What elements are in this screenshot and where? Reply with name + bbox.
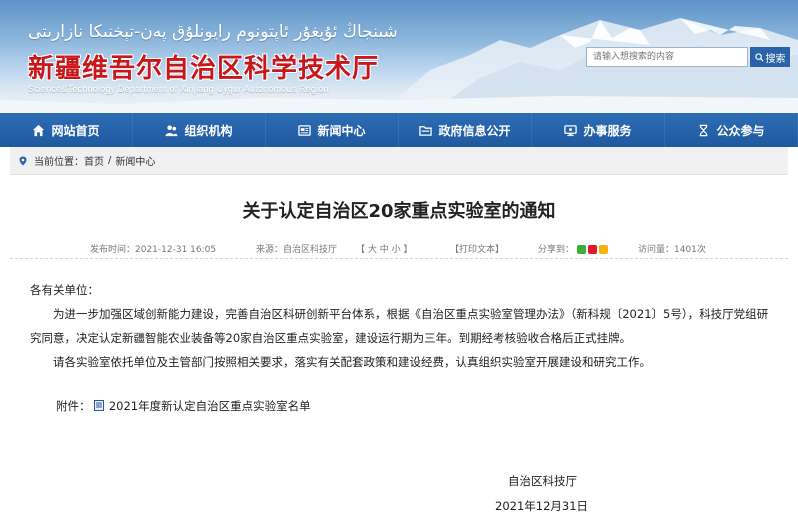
search-button-label: 搜索 [765,53,786,65]
article-paragraph: 请各实验室依托单位及主管部门按照相关要求，落实有关配套政策和建设经费，认真组织实… [53,355,651,369]
location-pin-icon [19,156,27,165]
search-icon [754,52,764,62]
uyghur-site-title: شىنجاڭ ئۇيغۇر ئاپتونوم رايونلۇق پەن-تېخن… [28,22,398,42]
breadcrumb: 当前位置： 首页 / 新闻中心 [10,147,788,175]
article-title: 关于认定自治区20家重点实验室的通知 [242,201,556,222]
article-body: 各有关单位： 为进一步加强区域创新能力建设，完善自治区科研创新平台体系，根据《自… [30,278,770,374]
nav-item-news[interactable]: 新闻中心 [266,113,399,147]
share-bar: 分享到： [538,242,608,255]
font-size-switcher[interactable]: 【 大 中 小 】 [356,242,412,255]
nav-item-label: 政府信息公开 [438,123,511,138]
nav-item-home[interactable]: 网站首页 [0,113,133,147]
site-english-title: Science&Technology Department of Xinjian… [28,84,329,94]
search-input[interactable] [586,47,748,67]
folder-icon [419,125,433,136]
nav-item-label: 公众参与 [716,123,765,138]
main-nav: 网站首页 组织机构 新闻中心 政府信息公开 办事服务 公众参与 [0,113,798,147]
nav-item-organization[interactable]: 组织机构 [133,113,266,147]
attachment-row: 附件： 2021年度新认定自治区重点实验室名单 [56,398,311,414]
nav-item-label: 新闻中心 [317,123,366,138]
service-icon [564,124,578,136]
qzone-share-icon[interactable] [598,245,608,254]
attachment-label: 附件： [56,399,91,413]
signature-organization: 自治区科技厅 [508,474,577,488]
signature-date: 2021年12月31日 [495,499,589,513]
nav-item-participation[interactable]: 公众参与 [665,113,798,147]
wechat-share-icon[interactable] [576,245,586,254]
nav-item-label: 组织机构 [184,123,233,138]
article-meta: 发布时间：2021-12-31 16:05 来源：自治区科技厅 【 大 中 小 … [10,239,788,259]
news-icon [298,124,312,136]
participation-icon [700,124,708,136]
article-source: 来源：自治区科技厅 [256,245,338,255]
search-button[interactable]: 搜索 [750,47,790,67]
article-greeting: 各有关单位： [30,283,99,297]
weibo-share-icon[interactable] [587,245,597,254]
breadcrumb-current-link[interactable]: 新闻中心 [115,153,155,168]
article-paragraph: 为进一步加强区域创新能力建设，完善自治区科研创新平台体系，根据《自治区重点实验室… [30,307,769,345]
home-icon [33,124,45,136]
visit-count: 访问量：1401次 [638,245,706,255]
print-button[interactable]: 【打印文本】 [450,242,504,255]
nav-item-label: 网站首页 [51,123,100,138]
nav-item-label: 办事服务 [583,123,632,138]
attachment-link[interactable]: 2021年度新认定自治区重点实验室名单 [109,399,311,413]
org-icon [165,124,179,136]
site-header: شىنجاڭ ئۇيغۇر ئاپتونوم رايونلۇق پەن-تېخن… [0,0,798,113]
site-title: 新疆维吾尔自治区科学技术厅 [28,54,380,84]
nav-item-services[interactable]: 办事服务 [532,113,665,147]
breadcrumb-separator: / [108,155,112,166]
nav-item-gov-info[interactable]: 政府信息公开 [399,113,532,147]
publish-time: 发布时间：2021-12-31 16:05 [90,245,217,255]
breadcrumb-prefix: 当前位置： [34,157,84,168]
breadcrumb-home-link[interactable]: 首页 [84,153,104,168]
share-label: 分享到： [538,245,575,255]
document-file-icon [94,400,105,411]
